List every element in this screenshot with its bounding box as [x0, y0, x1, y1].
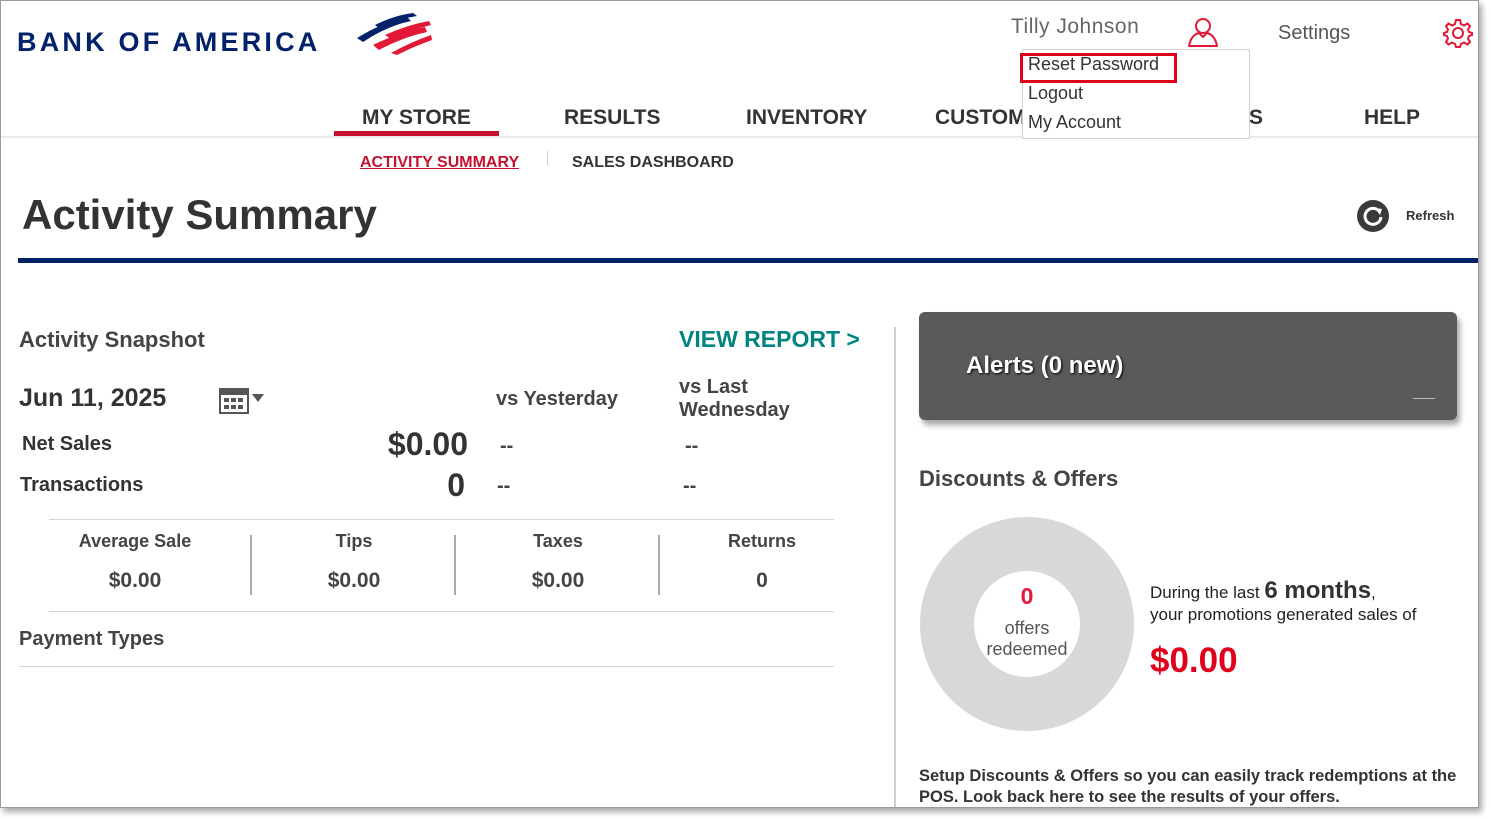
promo-description: your promotions generated sales of: [1150, 605, 1417, 624]
activity-snapshot-heading: Activity Snapshot: [19, 327, 205, 352]
metric-returns: Returns 0: [660, 531, 864, 593]
nav-my-store[interactable]: MY STORE: [362, 106, 471, 130]
offers-label-line1: offers: [1004, 618, 1050, 638]
app-window: BANK OF AMERICA Tilly Johnson Settings M…: [0, 0, 1479, 808]
metric-tips-label: Tips: [335, 531, 373, 551]
subnav-activity-summary[interactable]: ACTIVITY SUMMARY: [360, 154, 519, 172]
user-menu-dropdown: Reset Password Logout My Account: [1020, 49, 1250, 139]
panel-divider: [894, 327, 896, 807]
nav-inventory[interactable]: INVENTORY: [746, 106, 867, 130]
payment-types-divider: [19, 666, 834, 667]
refresh-button[interactable]: Refresh: [1406, 208, 1454, 223]
user-icon[interactable]: [1187, 16, 1219, 48]
metric-tips-value: $0.00: [327, 569, 381, 592]
settings-link[interactable]: Settings: [1278, 22, 1350, 45]
transactions-vs-last: --: [683, 475, 697, 497]
metric-returns-value: 0: [756, 569, 768, 592]
highlight-box: [1020, 53, 1177, 83]
metric-taxes: Taxes $0.00: [456, 531, 660, 593]
nav-help[interactable]: HELP: [1364, 106, 1420, 130]
transactions-vs-yesterday: --: [497, 475, 511, 497]
menu-item-logout[interactable]: Logout: [1028, 83, 1083, 104]
title-divider: [18, 258, 1478, 263]
offers-redeemed-count: 0: [1020, 583, 1034, 609]
net-sales-vs-yesterday: --: [500, 435, 514, 457]
menu-item-reset-password[interactable]: Reset Password: [1020, 53, 1177, 83]
subnav-sales-dashboard[interactable]: SALES DASHBOARD: [572, 154, 734, 172]
flag-logo-icon: [357, 13, 432, 55]
metric-average-sale-value: $0.00: [108, 569, 162, 592]
column-vs-yesterday: vs Yesterday: [496, 388, 618, 410]
transactions-value: 0: [447, 467, 465, 503]
discounts-offers-heading: Discounts & Offers: [919, 466, 1119, 491]
metrics-bottom-divider: [49, 611, 834, 612]
metric-average-sale-label: Average Sale: [78, 531, 192, 551]
metric-taxes-value: $0.00: [531, 569, 585, 592]
alerts-panel[interactable]: Alerts (0 new): [919, 312, 1457, 420]
page-title: Activity Summary: [22, 191, 377, 238]
net-sales-vs-last: --: [685, 435, 699, 457]
net-sales-label: Net Sales: [22, 433, 113, 455]
promo-period: 6 months: [1264, 577, 1372, 604]
view-report-link[interactable]: VIEW REPORT >: [679, 326, 860, 353]
nav-active-indicator: [334, 131, 499, 136]
net-sales-value: $0.00: [387, 426, 468, 462]
alerts-title: Alerts (0 new): [966, 352, 1124, 379]
setup-discounts-text: Setup Discounts & Offers so you can easi…: [919, 767, 1457, 806]
gear-icon[interactable]: [1442, 17, 1474, 49]
menu-item-my-account[interactable]: My Account: [1028, 112, 1121, 133]
user-name[interactable]: Tilly Johnson: [1011, 15, 1139, 39]
nav-results[interactable]: RESULTS: [564, 106, 660, 130]
column-vs-last-line2: Wednesday: [679, 399, 790, 421]
refresh-icon[interactable]: [1356, 199, 1390, 233]
promo-comma: ,: [1371, 583, 1376, 602]
nav-partial-item[interactable]: S: [1249, 106, 1263, 130]
promo-period-text: During the last 6 months,: [1150, 577, 1376, 605]
transactions-label: Transactions: [20, 474, 144, 496]
metric-tips: Tips $0.00: [252, 531, 456, 593]
metrics-top-divider: [49, 519, 834, 520]
promo-prefix: During the last: [1150, 583, 1260, 602]
column-vs-last-line1: vs Last: [679, 376, 748, 398]
payment-types-heading[interactable]: Payment Types: [19, 628, 164, 651]
subnav-separator: [547, 151, 548, 165]
promo-sales-amount: $0.00: [1150, 641, 1238, 680]
nav-customers[interactable]: CUSTOM: [935, 106, 1026, 130]
brand-logo-text[interactable]: BANK OF AMERICA: [17, 27, 321, 58]
offers-redeemed-label: offers redeemed: [971, 618, 1083, 660]
metric-taxes-label: Taxes: [533, 531, 583, 551]
nav-shadow: [1, 136, 1478, 139]
metric-average-sale: Average Sale $0.00: [33, 531, 237, 593]
alerts-dash: [1413, 398, 1435, 399]
calendar-icon[interactable]: [219, 386, 267, 416]
metric-returns-label: Returns: [727, 531, 796, 551]
offers-label-line2: redeemed: [986, 639, 1068, 659]
snapshot-date[interactable]: Jun 11, 2025: [19, 384, 166, 413]
column-vs-last-wednesday: vs Last Wednesday: [679, 376, 790, 422]
